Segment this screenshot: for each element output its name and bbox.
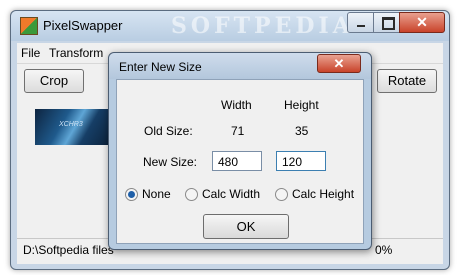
main-titlebar[interactable]: PixelSwapper SOFTPEDIA ✕ <box>11 11 449 41</box>
close-icon: ✕ <box>416 14 428 30</box>
menu-transform[interactable]: Transform <box>49 46 103 60</box>
dialog-titlebar[interactable]: Enter New Size ✕ <box>109 53 371 79</box>
new-height-input[interactable]: 120 <box>276 151 326 171</box>
radio-calc-height-label: Calc Height <box>292 187 355 201</box>
window-title: PixelSwapper <box>43 18 123 33</box>
new-size-label: New Size: <box>143 155 198 169</box>
radio-none-label: None <box>142 187 171 201</box>
dialog-body: Width Height Old Size: 71 35 New Size: 4… <box>116 79 364 244</box>
menu-file[interactable]: File <box>21 46 40 60</box>
height-header: Height <box>284 98 319 112</box>
minimize-icon <box>357 25 365 27</box>
ok-button[interactable]: OK <box>203 214 289 239</box>
crop-button[interactable]: Crop <box>24 69 84 93</box>
close-button[interactable]: ✕ <box>399 12 445 33</box>
width-header: Width <box>221 98 252 112</box>
rotate-button[interactable]: Rotate <box>377 69 437 93</box>
status-path: D:\Softpedia files <box>23 243 114 257</box>
radio-calc-height-indicator <box>275 188 288 201</box>
old-width-value: 71 <box>231 124 245 138</box>
app-icon <box>20 17 38 35</box>
watermark-text: SOFTPEDIA <box>171 13 354 39</box>
thumbnail-caption: XCHR3 <box>59 121 83 128</box>
old-height-value: 35 <box>295 124 309 138</box>
radio-calc-width-indicator <box>185 188 198 201</box>
radio-calc-width-label: Calc Width <box>202 187 261 201</box>
new-size-dialog: Enter New Size ✕ Width Height Old Size: … <box>108 52 372 250</box>
maximize-icon <box>382 17 395 30</box>
dialog-close-button[interactable]: ✕ <box>317 54 361 73</box>
status-percent: 0% <box>375 243 393 257</box>
maximize-button[interactable] <box>373 12 401 33</box>
close-icon: ✕ <box>333 56 345 71</box>
new-width-input[interactable]: 480 <box>212 151 262 171</box>
image-thumbnail[interactable]: XCHR3 <box>35 109 115 145</box>
radio-none-indicator <box>125 188 138 201</box>
dialog-title: Enter New Size <box>119 60 202 74</box>
minimize-button[interactable] <box>347 12 375 33</box>
old-size-label: Old Size: <box>144 124 193 138</box>
